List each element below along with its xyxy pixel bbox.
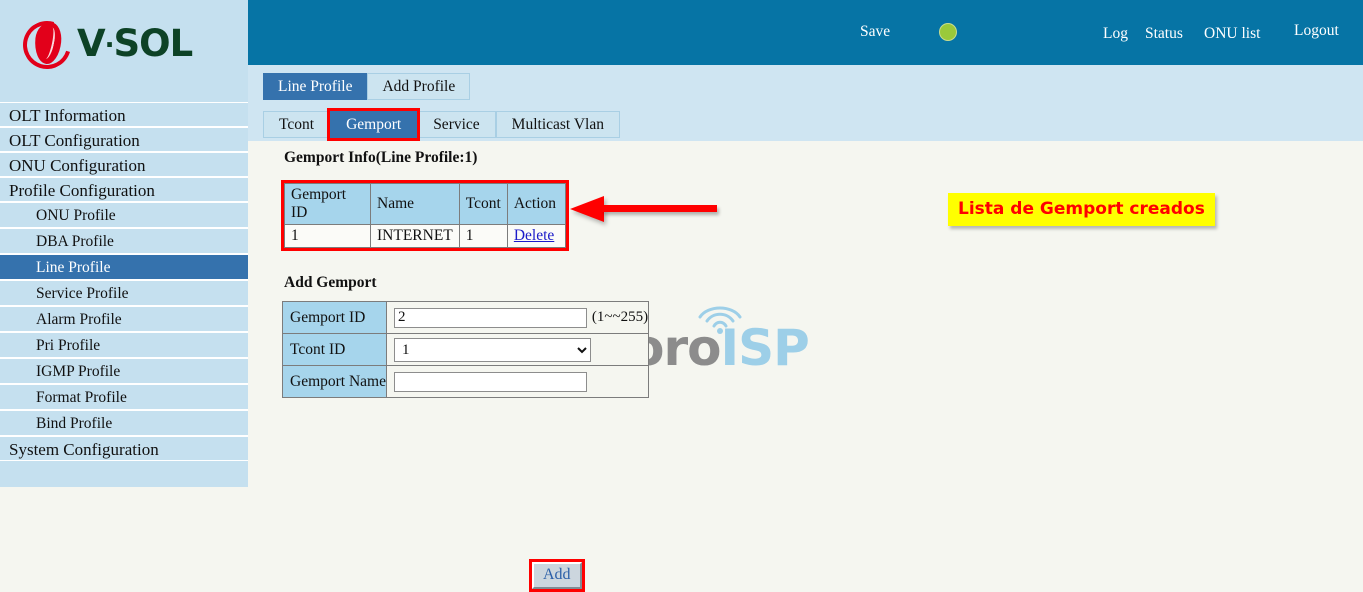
cell-gemport-id: 1 bbox=[284, 224, 371, 248]
form-row-tcont-id: Tcont ID 1 bbox=[282, 333, 650, 366]
sidebar-item-igmp-profile[interactable]: IGMP Profile bbox=[0, 358, 248, 384]
subtab-tcont[interactable]: Tcont bbox=[263, 111, 331, 138]
subtab-gemport[interactable]: Gemport bbox=[327, 108, 421, 141]
cell-tcont: 1 bbox=[458, 224, 508, 248]
annotation-group: Lista de Gemport creados bbox=[568, 191, 1215, 231]
logo-text: V·SOL bbox=[77, 21, 194, 65]
tab-add-profile[interactable]: Add Profile bbox=[367, 73, 471, 100]
log-link[interactable]: Log bbox=[1103, 25, 1128, 43]
table-header-row: Gemport ID Name Tcont Action bbox=[284, 183, 566, 225]
sidebar-item-olt-information[interactable]: OLT Information bbox=[0, 102, 248, 127]
onu-list-link[interactable]: ONU list bbox=[1204, 25, 1260, 43]
status-link[interactable]: Status bbox=[1145, 25, 1183, 43]
logo-dot: · bbox=[104, 30, 115, 60]
annotation-arrow-head bbox=[570, 196, 604, 222]
sidebar-item-profile-configuration[interactable]: Profile Configuration bbox=[0, 177, 248, 202]
field-gemport-name bbox=[385, 365, 650, 398]
sidebar-item-pri-profile[interactable]: Pri Profile bbox=[0, 332, 248, 358]
save-link[interactable]: Save bbox=[860, 23, 890, 41]
tab-line-profile[interactable]: Line Profile bbox=[263, 73, 368, 100]
secondary-tab-bar: Tcont Gemport Service Multicast Vlan bbox=[263, 108, 620, 141]
annotation-callout-label: Lista de Gemport creados bbox=[948, 193, 1215, 226]
form-row-gemport-name: Gemport Name bbox=[282, 365, 650, 398]
vsol-logo-icon bbox=[14, 12, 80, 78]
add-gemport-title: Add Gemport bbox=[284, 274, 377, 291]
cell-action: Delete bbox=[506, 224, 566, 248]
gemport-name-input[interactable] bbox=[394, 371, 587, 392]
sidebar-menu: OLT Information OLT Configuration ONU Conf… bbox=[0, 102, 248, 461]
logout-link[interactable]: Logout bbox=[1294, 22, 1339, 40]
label-gemport-id: Gemport ID bbox=[282, 301, 387, 334]
table-row: 1 INTERNET 1 Delete bbox=[284, 224, 566, 248]
column-header-name: Name bbox=[370, 183, 460, 225]
sidebar-item-bind-profile[interactable]: Bind Profile bbox=[0, 410, 248, 436]
column-header-action: Action bbox=[506, 183, 566, 225]
logo-text-v: V bbox=[77, 21, 106, 65]
sidebar-item-olt-configuration[interactable]: OLT Configuration bbox=[0, 127, 248, 152]
sidebar-item-system-configuration[interactable]: System Configuration bbox=[0, 436, 248, 461]
gemport-info-title: Gemport Info(Line Profile:1) bbox=[284, 149, 478, 166]
status-indicator-dot bbox=[939, 23, 957, 41]
form-row-gemport-id: Gemport ID (1~~255) bbox=[282, 301, 650, 334]
field-tcont-id: 1 bbox=[385, 333, 650, 366]
column-header-tcont: Tcont bbox=[458, 183, 508, 225]
label-gemport-name: Gemport Name bbox=[282, 365, 387, 398]
sidebar-item-format-profile[interactable]: Format Profile bbox=[0, 384, 248, 410]
label-tcont-id: Tcont ID bbox=[282, 333, 387, 366]
gemport-info-table-highlight: Gemport ID Name Tcont Action 1 INTERNET … bbox=[281, 180, 569, 251]
primary-tab-bar: Line Profile Add Profile bbox=[263, 73, 471, 100]
gemport-id-range-hint: (1~~255) bbox=[591, 309, 649, 326]
gemport-panel: ForoISP Gemport Info(Line Profile:1) Gem… bbox=[248, 141, 1363, 592]
top-header-bar: Save Log Status ONU list Logout bbox=[248, 0, 1363, 65]
brand-logo: V·SOL bbox=[0, 0, 248, 102]
subtab-service[interactable]: Service bbox=[417, 111, 496, 138]
field-gemport-id: (1~~255) bbox=[385, 301, 650, 334]
sidebar-item-onu-profile[interactable]: ONU Profile bbox=[0, 202, 248, 228]
sidebar-item-dba-profile[interactable]: DBA Profile bbox=[0, 228, 248, 254]
column-header-gemport-id: Gemport ID bbox=[284, 183, 371, 225]
annotation-arrow-shaft bbox=[602, 205, 717, 212]
gemport-info-table: Gemport ID Name Tcont Action 1 INTERNET … bbox=[284, 183, 566, 248]
sidebar-item-line-profile[interactable]: Line Profile bbox=[0, 254, 248, 280]
cell-name: INTERNET bbox=[370, 224, 460, 248]
add-gemport-form: Gemport ID (1~~255) Tcont ID 1 Gemport N… bbox=[282, 301, 650, 398]
content-area: Line Profile Add Profile Tcont Gemport Serv… bbox=[248, 65, 1363, 592]
sidebar-item-service-profile[interactable]: Service Profile bbox=[0, 280, 248, 306]
logo-wrap: V·SOL bbox=[14, 12, 194, 78]
sidebar-item-onu-configuration[interactable]: ONU Configuration bbox=[0, 152, 248, 177]
subtab-multicast-vlan[interactable]: Multicast Vlan bbox=[495, 111, 620, 138]
gemport-id-input[interactable] bbox=[394, 307, 587, 328]
sidebar: V·SOL OLT Information OLT Configuration ON… bbox=[0, 0, 248, 487]
sidebar-item-alarm-profile[interactable]: Alarm Profile bbox=[0, 306, 248, 332]
antenna-tower-icon bbox=[698, 306, 742, 334]
delete-link[interactable]: Delete bbox=[514, 227, 554, 244]
tcont-id-select[interactable]: 1 bbox=[394, 337, 591, 362]
logo-text-sol: SOL bbox=[113, 21, 194, 65]
